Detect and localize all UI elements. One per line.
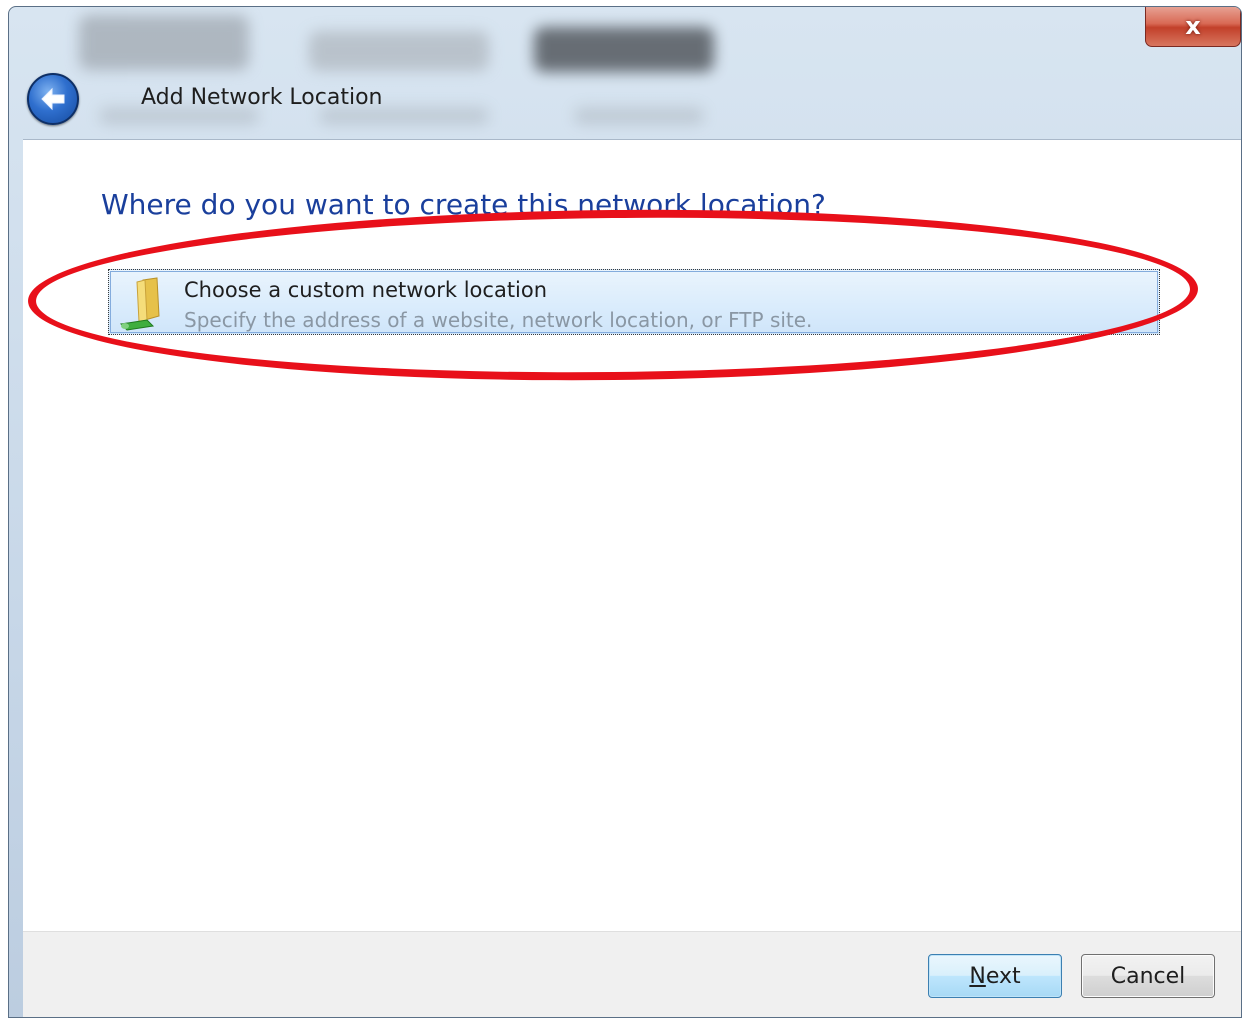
back-button[interactable]: [27, 73, 79, 125]
window-title: Add Network Location: [141, 85, 383, 110]
network-folder-icon: [119, 277, 160, 331]
background-blur: [309, 31, 489, 71]
close-button[interactable]: x: [1145, 7, 1241, 47]
back-arrow-icon: [41, 87, 65, 111]
next-mnemonic: N: [969, 963, 986, 989]
option-title: Choose a custom network location: [184, 278, 548, 302]
wizard-window: x Add Network Location Where do you want…: [8, 6, 1242, 1018]
wizard-content: Where do you want to create this network…: [23, 139, 1241, 931]
cancel-button[interactable]: Cancel: [1081, 954, 1215, 998]
background-blur: [574, 107, 704, 125]
page-heading: Where do you want to create this network…: [101, 188, 826, 221]
background-blur: [534, 27, 714, 72]
option-description: Specify the address of a website, networ…: [184, 308, 813, 332]
wizard-footer: Next Cancel: [23, 931, 1241, 1017]
next-button[interactable]: Next: [928, 954, 1062, 998]
close-icon: x: [1185, 11, 1201, 40]
background-blur: [79, 15, 249, 70]
next-label: ext: [985, 963, 1021, 989]
custom-network-location-option[interactable]: Choose a custom network location Specify…: [108, 269, 1160, 335]
